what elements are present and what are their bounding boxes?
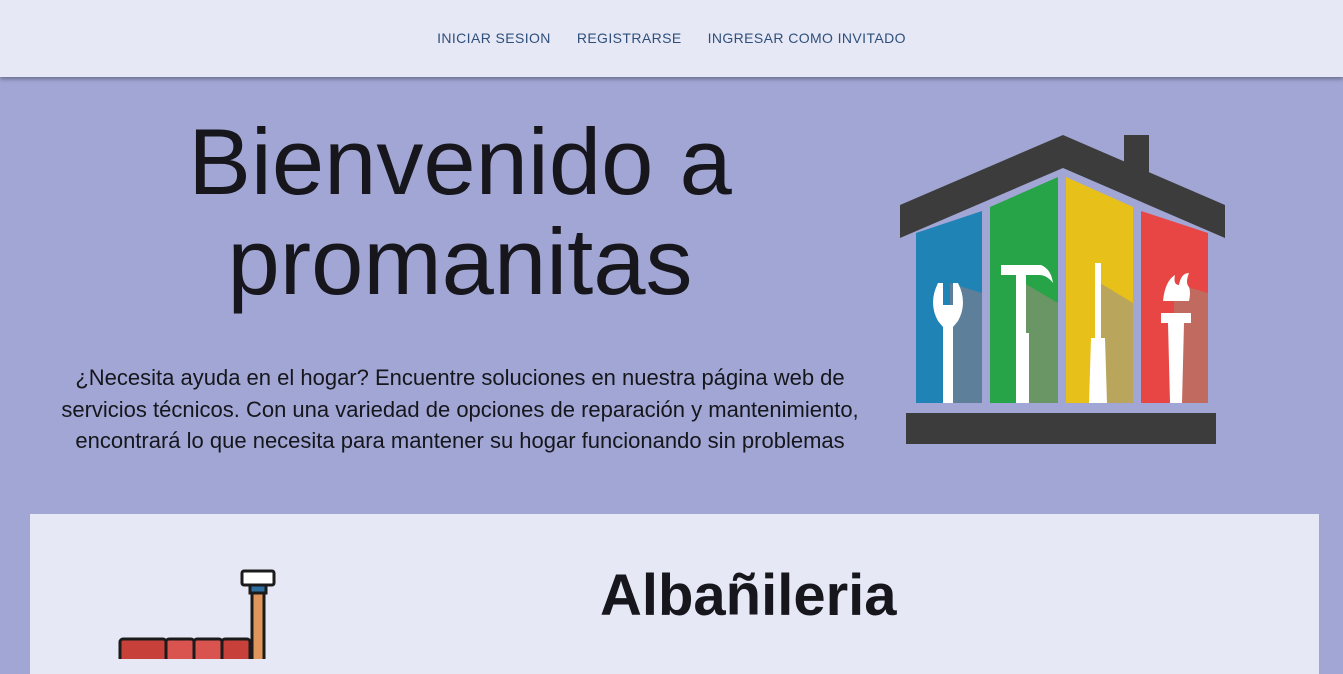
login-link[interactable]: INICIAR SESION (424, 30, 564, 46)
hero-description: ¿Necesita ayuda en el hogar? Encuentre s… (61, 365, 859, 453)
service-title: Albañileria (600, 563, 897, 628)
service-card-albanileria[interactable]: Albañileria (30, 514, 1319, 674)
register-link[interactable]: REGISTRARSE (564, 30, 695, 46)
top-navbar: INICIAR SESION REGISTRARSE INGRESAR COMO… (0, 0, 1343, 77)
brick-wall-trowel-icon (118, 569, 298, 665)
house-tools-logo-icon (898, 133, 1228, 446)
hero-title: Bienvenido a promanitas (60, 112, 860, 312)
guest-login-link[interactable]: INGRESAR COMO INVITADO (695, 30, 919, 46)
main-nav: INICIAR SESION REGISTRARSE INGRESAR COMO… (0, 30, 1343, 46)
hero-title-line1: Bienvenido a (188, 109, 732, 214)
hero-title-line2: promanitas (227, 209, 693, 314)
